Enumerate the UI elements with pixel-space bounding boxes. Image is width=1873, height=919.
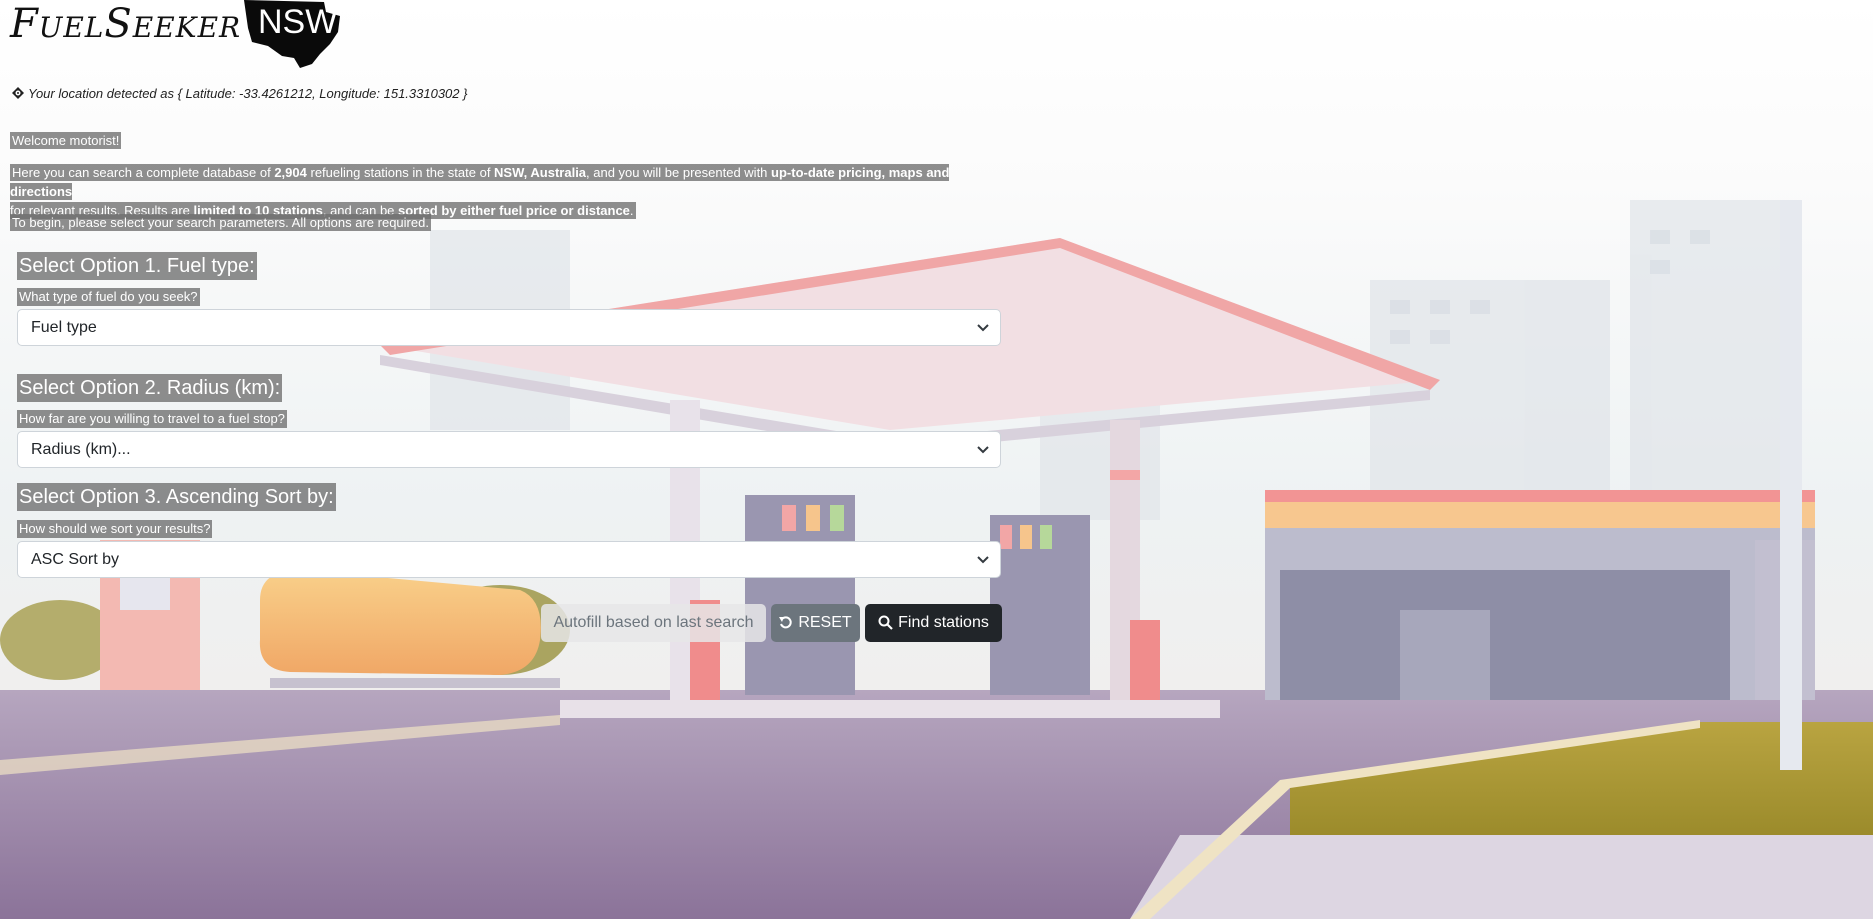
fuel-type-heading: Select Option 1. Fuel type: <box>17 252 257 280</box>
intro-paragraph: Here you can search a complete database … <box>10 163 1010 220</box>
reset-button[interactable]: RESET <box>771 604 860 642</box>
search-icon <box>878 615 893 630</box>
find-stations-button-label: Find stations <box>898 614 989 631</box>
chevron-down-icon <box>977 446 989 454</box>
radius-question: How far are you willing to travel to a f… <box>17 410 287 428</box>
intro-text: Here you can search a complete database … <box>10 164 950 219</box>
fuel-type-question: What type of fuel do you seek? <box>17 288 200 306</box>
undo-icon <box>779 616 792 629</box>
logo-wordmark: FuelSeeker <box>10 1 242 47</box>
sort-heading: Select Option 3. Ascending Sort by: <box>17 483 336 511</box>
radius-select-value: Radius (km)... <box>31 441 131 458</box>
radius-select[interactable]: Radius (km)... <box>17 431 1001 468</box>
location-text: Your location detected as { Latitude: -3… <box>28 86 468 101</box>
logo-region: NSW <box>258 3 338 41</box>
welcome-text: Welcome motorist! <box>10 132 122 149</box>
sort-select-value: ASC Sort by <box>31 551 120 568</box>
autofill-button-label: Autofill based on last search <box>553 614 754 631</box>
fuel-type-select[interactable]: Fuel type <box>17 309 1001 346</box>
sort-question: How should we sort your results? <box>17 520 213 538</box>
location-status: Your location detected as { Latitude: -3… <box>12 86 467 101</box>
instructions-text: To begin, please select your search para… <box>10 214 431 231</box>
find-stations-button[interactable]: Find stations <box>865 604 1002 642</box>
fuel-type-select-value: Fuel type <box>31 319 97 336</box>
radius-heading: Select Option 2. Radius (km): <box>17 374 283 402</box>
welcome-paragraph: Welcome motorist! <box>10 132 122 150</box>
chevron-down-icon <box>977 556 989 564</box>
crosshair-icon <box>12 87 24 99</box>
chevron-down-icon <box>977 324 989 332</box>
reset-button-label: RESET <box>798 614 852 631</box>
autofill-button[interactable]: Autofill based on last search <box>541 604 766 642</box>
sort-select[interactable]: ASC Sort by <box>17 541 1001 578</box>
instructions-paragraph: To begin, please select your search para… <box>10 214 431 232</box>
